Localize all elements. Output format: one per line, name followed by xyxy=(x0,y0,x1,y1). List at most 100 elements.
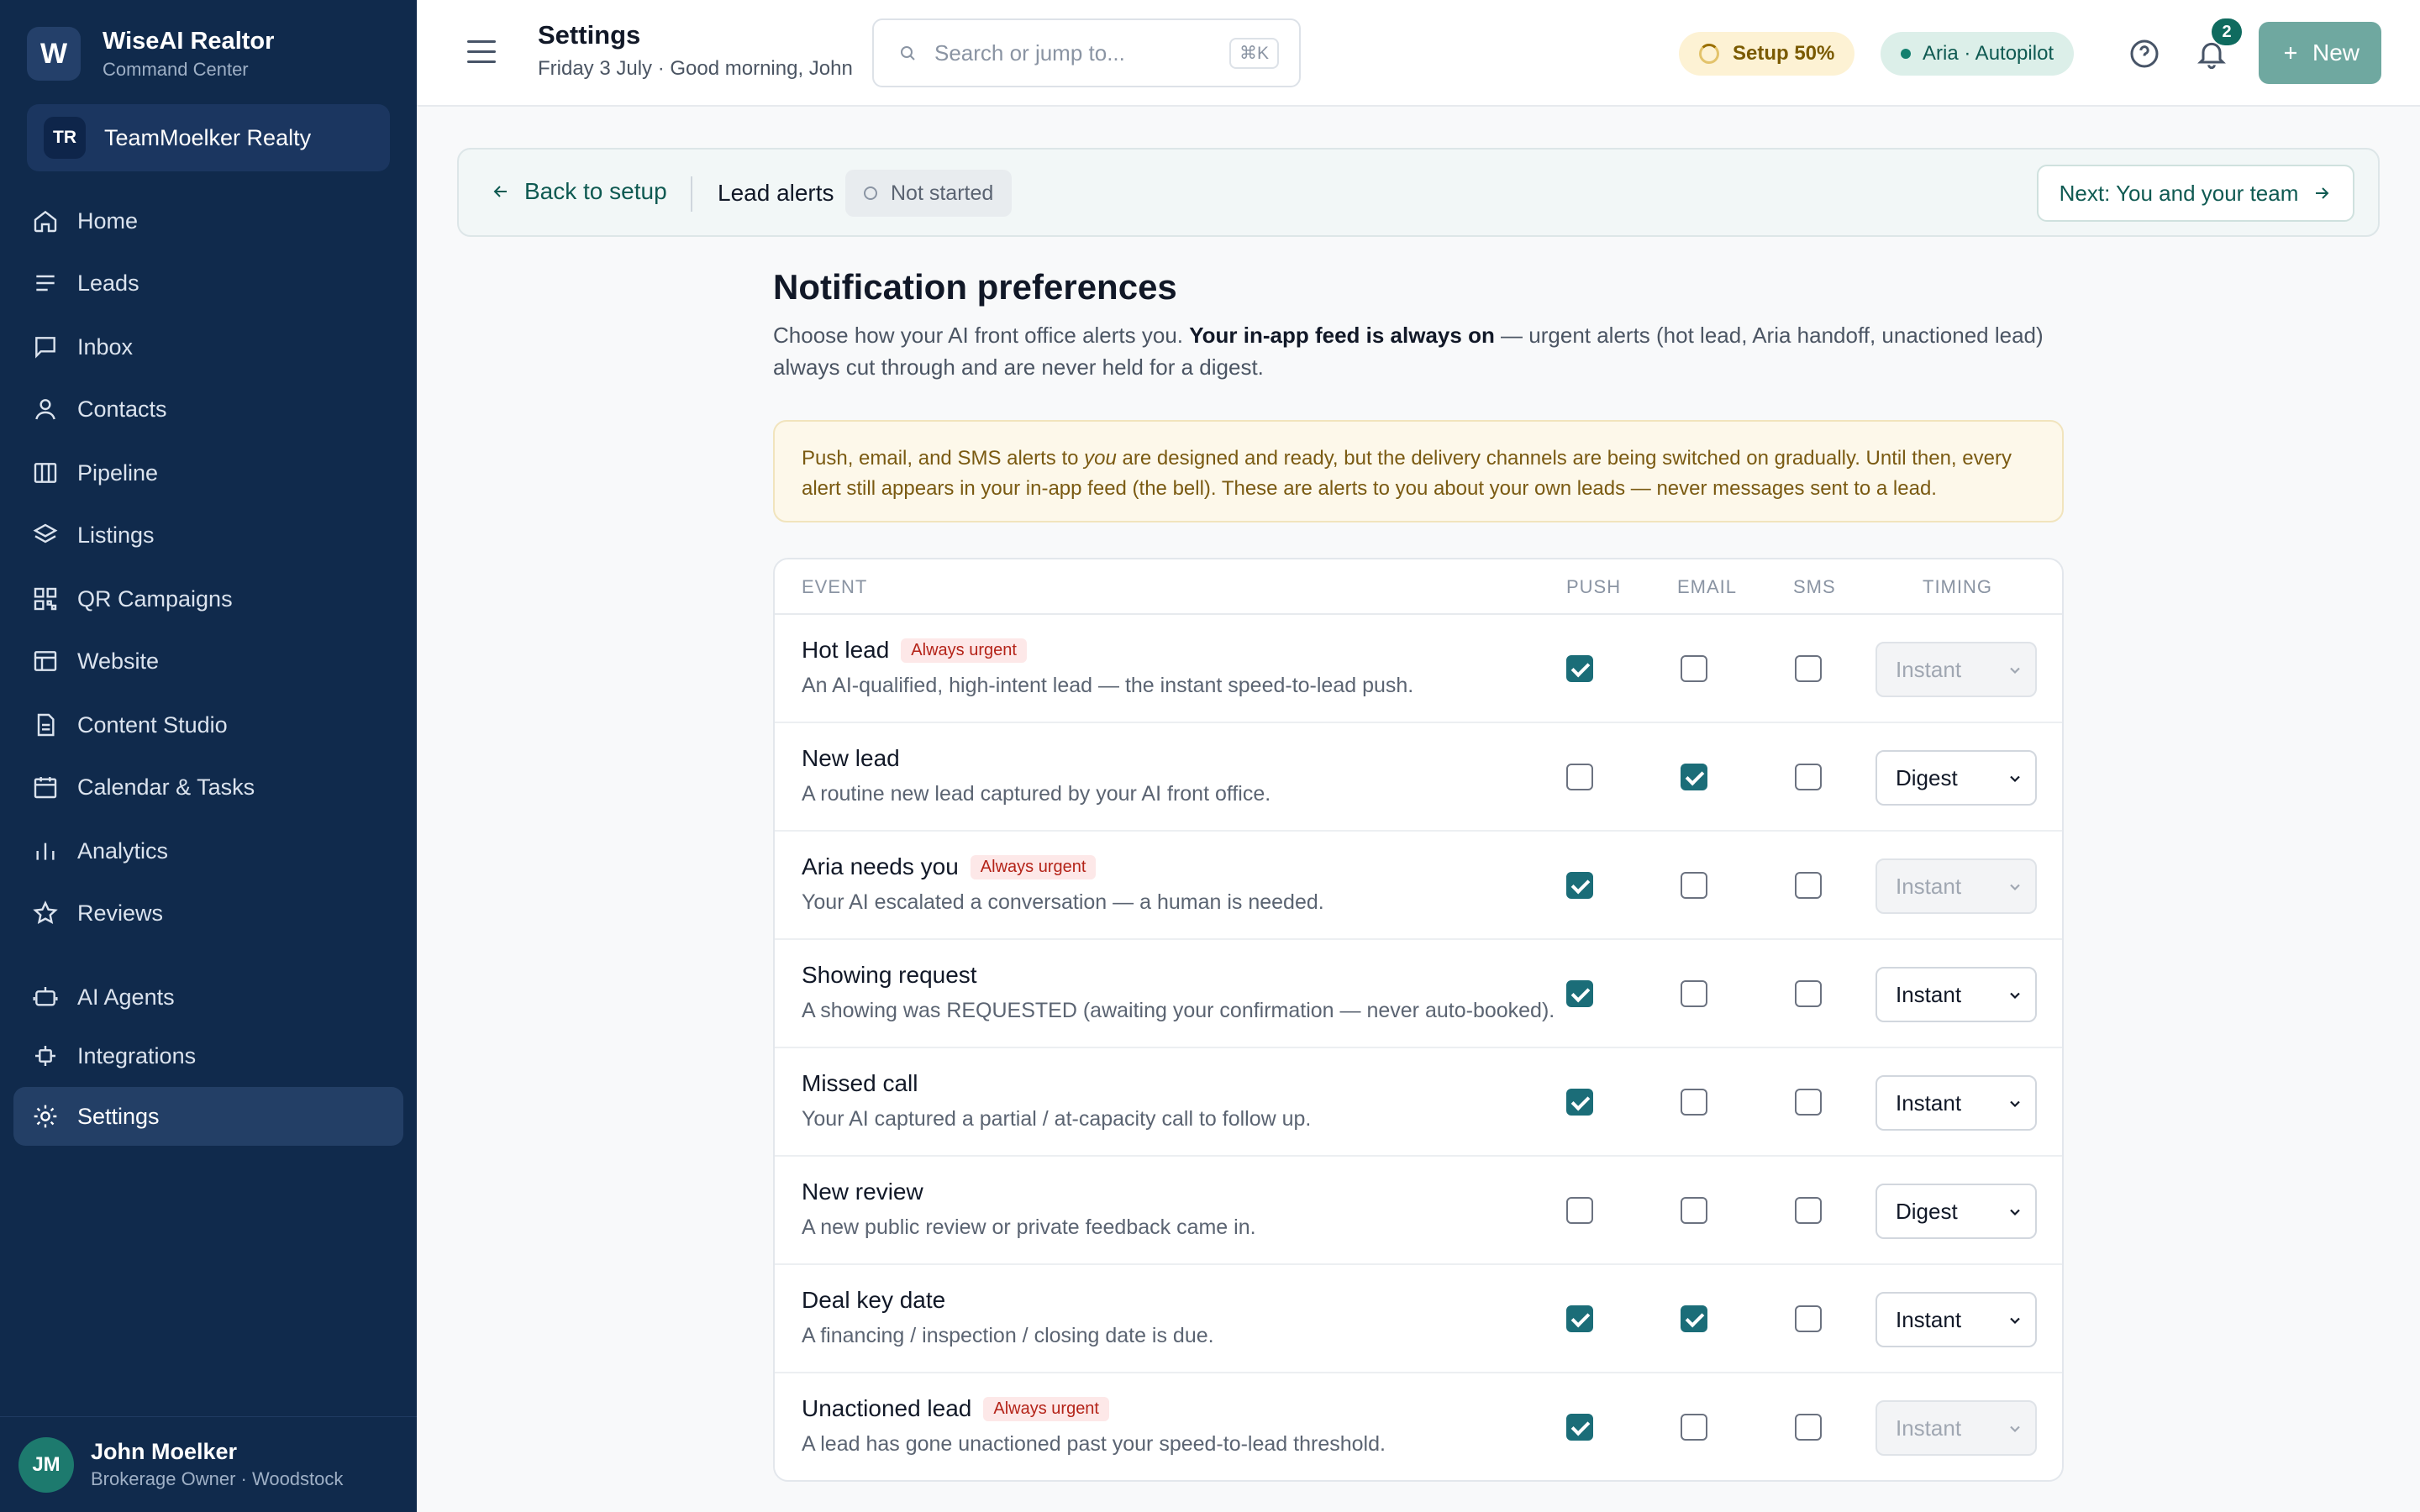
event-title: Deal key date xyxy=(802,1287,945,1314)
setup-progress-pill[interactable]: Setup 50% xyxy=(1679,32,1855,76)
column-header-event: EVENT xyxy=(802,576,868,597)
search-placeholder: Search or jump to... xyxy=(934,39,1125,66)
timing-select[interactable]: Instant xyxy=(1876,1075,2037,1131)
sidebar-item-ai-agents[interactable]: AI Agents xyxy=(13,968,403,1026)
sidebar-item-settings[interactable]: Settings xyxy=(13,1087,403,1146)
search-input[interactable]: Search or jump to... ⌘K xyxy=(872,18,1301,87)
plus-icon xyxy=(2284,47,2296,59)
push-checkbox[interactable] xyxy=(1566,872,1593,899)
sidebar-item-listings[interactable]: Listings xyxy=(13,506,403,564)
sms-checkbox[interactable] xyxy=(1795,764,1822,790)
timing-value: Instant xyxy=(1896,981,1962,1007)
sidebar-item-website[interactable]: Website xyxy=(13,632,403,690)
chevron-down-icon xyxy=(2010,992,2020,1000)
aria-status-label: Aria · Autopilot xyxy=(1923,42,2054,65)
push-checkbox[interactable] xyxy=(1566,1305,1593,1332)
user-name: John Moelker xyxy=(91,1439,238,1464)
push-checkbox[interactable] xyxy=(1566,764,1593,790)
event-title: Showing request xyxy=(802,962,977,989)
event-name: Aria needs you xyxy=(802,853,959,879)
sms-checkbox[interactable] xyxy=(1795,872,1822,899)
timing-value: Instant xyxy=(1896,873,1962,899)
team-name: TeamMoelker Realty xyxy=(104,124,312,150)
progress-ring-icon xyxy=(1699,44,1719,64)
column-header-email: EMAIL xyxy=(1677,576,1738,597)
push-checkbox[interactable] xyxy=(1566,1089,1593,1116)
email-checkbox[interactable] xyxy=(1681,872,1707,899)
menu-icon[interactable] xyxy=(467,40,496,66)
setup-step-bar: Back to setup Lead alerts Not started Ne… xyxy=(457,148,2380,237)
sidebar-item-pipeline[interactable]: Pipeline xyxy=(13,444,403,502)
sidebar-item-calendar-tasks[interactable]: Calendar & Tasks xyxy=(13,758,403,816)
sidebar-item-integrations[interactable]: Integrations xyxy=(13,1026,403,1085)
plug-icon xyxy=(35,1046,55,1066)
timing-value: Digest xyxy=(1896,764,1958,790)
email-checkbox[interactable] xyxy=(1681,980,1707,1007)
aria-status-pill[interactable]: Aria · Autopilot xyxy=(1881,32,2075,76)
event-name: Deal key date xyxy=(802,1287,946,1313)
push-checkbox[interactable] xyxy=(1566,655,1593,682)
sms-checkbox[interactable] xyxy=(1795,1414,1822,1441)
status-dot-icon xyxy=(1901,49,1911,59)
column-header-push: PUSH xyxy=(1566,576,1622,597)
sidebar-item-label: Reviews xyxy=(77,900,164,926)
timing-value: Instant xyxy=(1896,1089,1962,1116)
brand[interactable]: W WiseAI Realtor Command Center xyxy=(27,27,274,81)
sidebar-item-leads[interactable]: Leads xyxy=(13,254,403,312)
timing-select[interactable]: Instant xyxy=(1876,1292,2037,1347)
push-checkbox[interactable] xyxy=(1566,1197,1593,1224)
email-checkbox[interactable] xyxy=(1681,1089,1707,1116)
sidebar-item-qr-campaigns[interactable]: QR Campaigns xyxy=(13,570,403,628)
table-header: EVENT PUSH EMAIL SMS TIMING xyxy=(775,559,2062,615)
email-checkbox[interactable] xyxy=(1681,655,1707,682)
timing-select[interactable]: Digest xyxy=(1876,1184,2037,1239)
event-description: An AI-qualified, high-intent lead — the … xyxy=(802,674,1414,697)
next-step-label: Next: You and your team xyxy=(2059,180,2299,206)
status-badge: Not started xyxy=(845,170,1013,217)
sidebar-item-inbox[interactable]: Inbox xyxy=(13,318,403,376)
push-checkbox[interactable] xyxy=(1566,980,1593,1007)
email-checkbox[interactable] xyxy=(1681,1197,1707,1224)
timing-select: Instant xyxy=(1876,1400,2037,1456)
intro-part: Choose how your AI front office alerts y… xyxy=(773,323,1190,348)
sidebar-item-content-studio[interactable]: Content Studio xyxy=(13,696,403,754)
email-checkbox[interactable] xyxy=(1681,1305,1707,1332)
team-switcher[interactable]: TR TeamMoelker Realty xyxy=(27,104,390,171)
back-to-setup-link[interactable]: Back to setup xyxy=(491,178,667,205)
push-checkbox[interactable] xyxy=(1566,1414,1593,1441)
event-description: A financing / inspection / closing date … xyxy=(802,1324,1214,1347)
columns-icon xyxy=(34,463,57,483)
sms-checkbox[interactable] xyxy=(1795,655,1822,682)
email-checkbox[interactable] xyxy=(1681,1414,1707,1441)
table-row: Showing request A showing was REQUESTED (… xyxy=(775,940,2062,1048)
event-name: Missed call xyxy=(802,1070,918,1096)
sidebar-item-reviews[interactable]: Reviews xyxy=(13,884,403,942)
event-title: Hot lead Always urgent xyxy=(802,637,1027,664)
event-description: A new public review or private feedback … xyxy=(802,1215,1256,1239)
notification-count-badge: 2 xyxy=(2212,18,2242,45)
sms-checkbox[interactable] xyxy=(1795,1305,1822,1332)
event-title: Aria needs you Always urgent xyxy=(802,853,1097,880)
always-urgent-badge: Always urgent xyxy=(983,1396,1109,1421)
email-checkbox[interactable] xyxy=(1681,764,1707,790)
sms-checkbox[interactable] xyxy=(1795,980,1822,1007)
sidebar-item-home[interactable]: Home xyxy=(13,192,403,250)
help-icon[interactable] xyxy=(2128,37,2161,71)
search-shortcut: ⌘K xyxy=(1228,37,1279,69)
next-step-button[interactable]: Next: You and your team xyxy=(2037,165,2354,222)
sms-checkbox[interactable] xyxy=(1795,1089,1822,1116)
notice-part: Push, email, and SMS alerts to xyxy=(802,447,1085,470)
sidebar-item-contacts[interactable]: Contacts xyxy=(13,380,403,438)
sidebar-item-analytics[interactable]: Analytics xyxy=(13,822,403,880)
search-icon xyxy=(901,46,915,60)
timing-select[interactable]: Instant xyxy=(1876,967,2037,1022)
user-profile[interactable]: JM John Moelker Brokerage Owner · Woodst… xyxy=(0,1416,417,1512)
timing-select[interactable]: Digest xyxy=(1876,750,2037,806)
new-button[interactable]: New xyxy=(2259,22,2381,84)
sidebar-item-label: Settings xyxy=(77,1103,160,1129)
calendar-icon xyxy=(34,777,57,799)
sms-checkbox[interactable] xyxy=(1795,1197,1822,1224)
star-icon xyxy=(33,900,58,924)
notice-emphasis: you xyxy=(1084,447,1117,470)
chevron-down-icon xyxy=(2010,1317,2020,1325)
